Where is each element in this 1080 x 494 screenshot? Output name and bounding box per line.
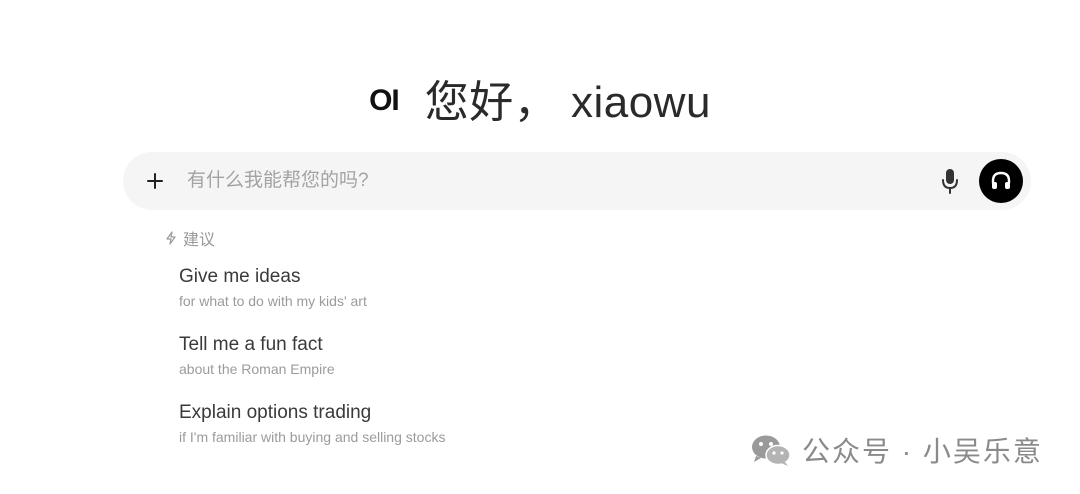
suggestion-subtitle: if I'm familiar with buying and selling … — [179, 429, 446, 445]
prompt-input[interactable] — [185, 160, 937, 202]
watermark: 公众号 · 小吴乐意 — [750, 430, 1043, 470]
plus-icon — [147, 173, 163, 189]
wechat-icon — [752, 435, 791, 466]
chat-input-bar — [123, 152, 1031, 210]
suggestion-item[interactable]: Give me ideas for what to do with my kid… — [179, 264, 445, 332]
greeting-header: OI 您好， xiaowu — [0, 66, 1080, 130]
suggestions-header: 建议 — [165, 226, 215, 250]
lightning-bolt-icon — [166, 231, 176, 245]
watermark-text: 公众号 · 小吴乐意 — [802, 436, 1043, 467]
microphone-icon — [942, 169, 958, 194]
suggestion-item[interactable]: Tell me a fun fact about the Roman Empir… — [179, 332, 445, 400]
suggestion-title: Explain options trading — [179, 402, 372, 423]
suggestion-subtitle: for what to do with my kids' art — [179, 293, 367, 309]
headphones-icon — [991, 171, 1011, 189]
suggestion-item[interactable]: Explain options trading if I'm familiar … — [179, 400, 445, 468]
suggestion-list: Give me ideas for what to do with my kid… — [179, 264, 445, 468]
suggestion-title: Give me ideas — [179, 266, 301, 287]
add-attachment-button[interactable] — [143, 169, 167, 193]
voice-mode-button[interactable] — [979, 159, 1023, 203]
suggestion-subtitle: about the Roman Empire — [179, 361, 335, 377]
greeting-text: 您好， xiaowu — [424, 78, 711, 127]
page: OI 您好， xiaowu 有什么我能帮您的吗? 建议 Give me idea… — [0, 0, 1080, 494]
voice-input-button[interactable] — [937, 168, 963, 194]
app-logo: OI — [369, 84, 400, 117]
suggestions-label: 建议 — [183, 232, 216, 249]
suggestion-title: Tell me a fun fact — [179, 334, 323, 355]
